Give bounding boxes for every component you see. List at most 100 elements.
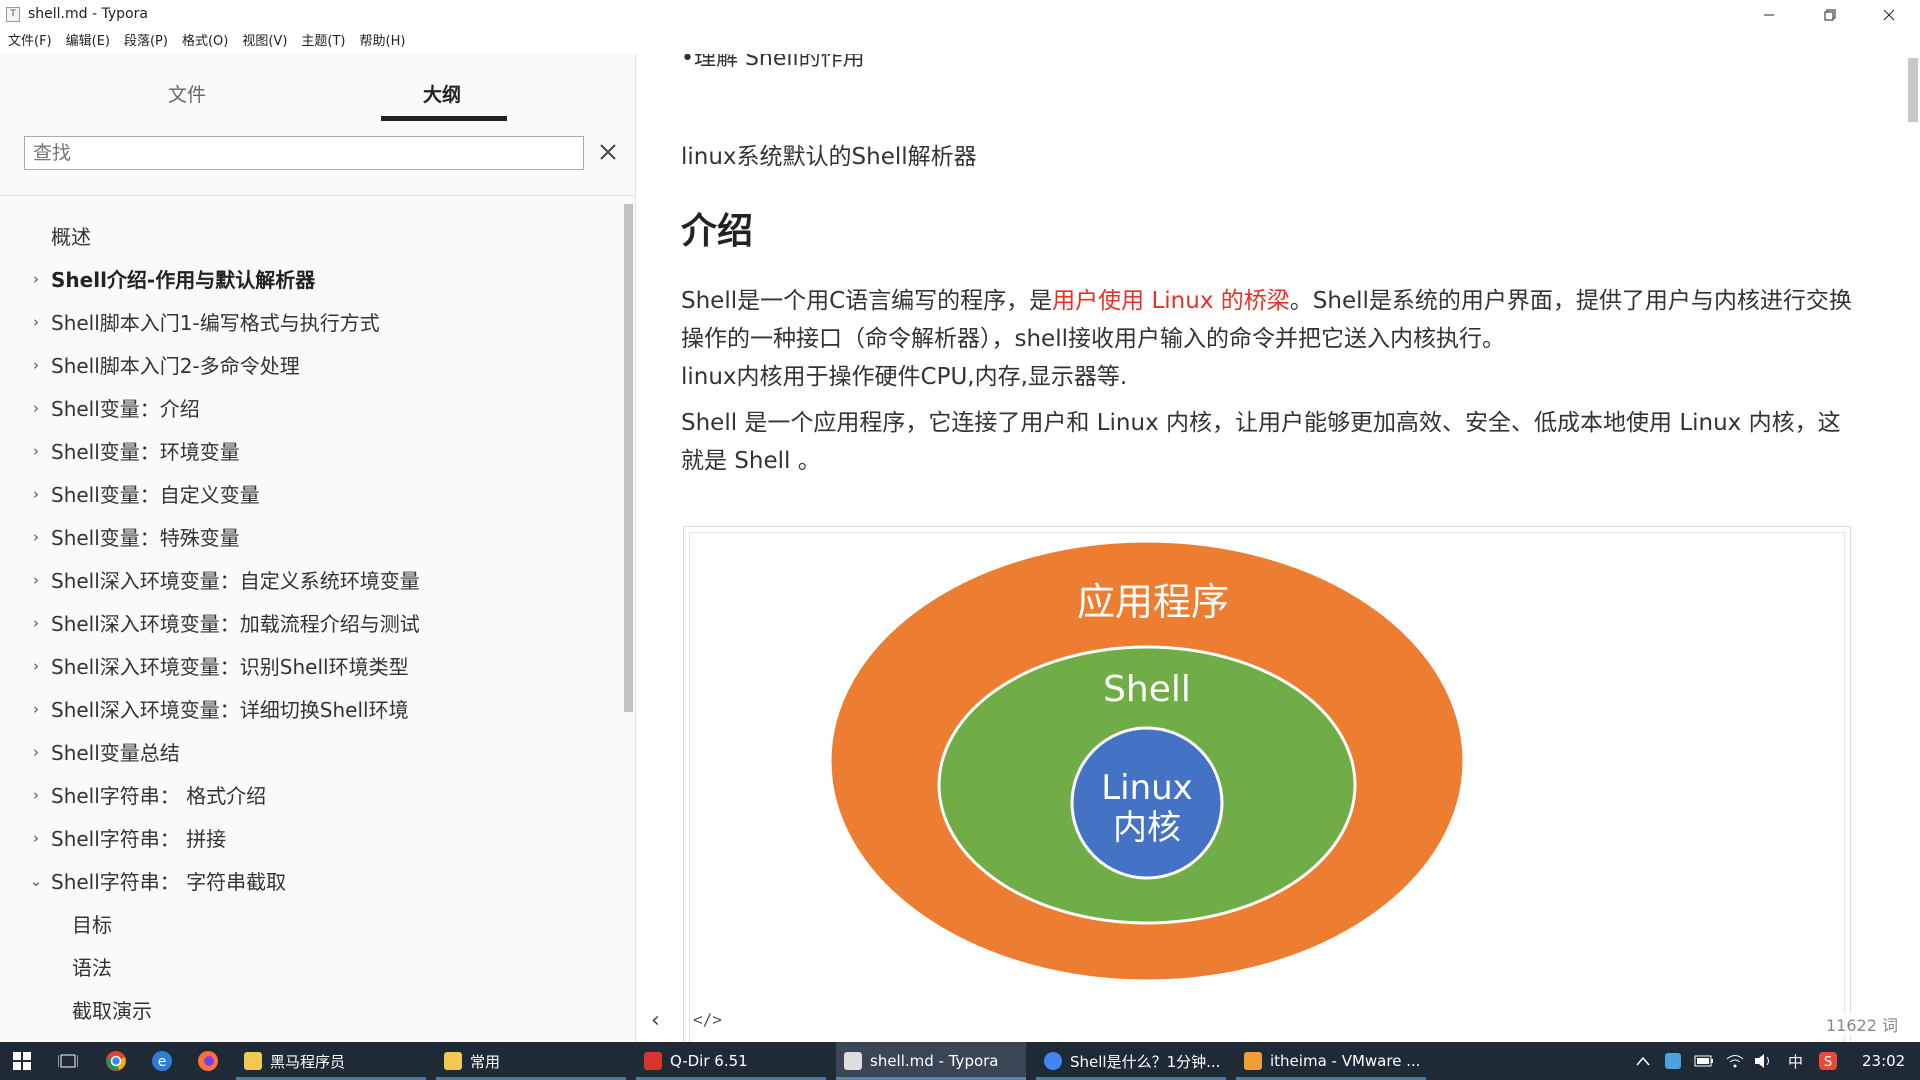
window-title: shell.md - Typora <box>28 6 148 22</box>
chevron-right-icon[interactable]: › <box>28 313 44 331</box>
source-mode-button[interactable]: </> <box>693 1010 722 1029</box>
menu-paragraph[interactable]: 段落(P) <box>124 30 168 54</box>
outline-item[interactable]: › Shell变量：介绍 <box>0 386 620 429</box>
menu-help[interactable]: 帮助(H) <box>360 30 406 54</box>
outline-item-label: Shell字符串： 字符串截取 <box>51 870 287 894</box>
tab-files[interactable]: 文件 <box>168 80 206 107</box>
outline-item-label: Shell介绍-作用与默认解析器 <box>51 268 316 292</box>
outline-item[interactable]: ⌄ Shell字符串： 字符串截取 <box>0 859 620 902</box>
outline-item[interactable]: 目标 <box>0 902 620 945</box>
close-icon <box>600 144 616 160</box>
edge-pinned[interactable]: e <box>140 1042 184 1080</box>
minimize-button[interactable] <box>1746 0 1792 30</box>
menu-view[interactable]: 视图(V) <box>242 30 287 54</box>
outline-item-label: Shell变量总结 <box>51 741 180 765</box>
taskbar-item-chrome-page[interactable]: Shell是什么？1分钟... <box>1036 1042 1226 1080</box>
battery-icon <box>1694 1055 1713 1067</box>
outline-search-input[interactable] <box>25 137 583 169</box>
chevron-right-icon[interactable]: › <box>28 657 44 675</box>
outline-item[interactable]: › Shell深入环境变量：自定义系统环境变量 <box>0 558 620 601</box>
chevron-down-icon[interactable]: ⌄ <box>28 872 44 890</box>
restore-button[interactable] <box>1807 0 1853 30</box>
start-button[interactable] <box>0 1042 44 1080</box>
chevron-right-icon[interactable]: › <box>28 528 44 546</box>
toggle-sidebar-button[interactable]: ‹ <box>651 1008 660 1033</box>
chevron-right-icon[interactable]: › <box>28 743 44 761</box>
outline-item[interactable]: › Shell介绍-作用与默认解析器 <box>0 257 620 300</box>
taskbar-item-qdir[interactable]: Q-Dir 6.51 <box>636 1042 826 1080</box>
outline-item[interactable]: 语法 <box>0 945 620 988</box>
outline-item[interactable]: › Shell字符串： 拼接 <box>0 816 620 859</box>
chevron-right-icon[interactable]: › <box>28 485 44 503</box>
outline-item[interactable]: › Shell变量总结 <box>0 730 620 773</box>
word-count[interactable]: 11622 词 <box>1824 1012 1900 1036</box>
outline-item-label: 截取演示 <box>72 999 152 1023</box>
task-label: itheima - VMware ... <box>1270 1052 1421 1070</box>
outline-item[interactable]: 概述 <box>0 214 620 257</box>
taskbar-item-folder-heima[interactable]: 黑马程序员 <box>236 1042 426 1080</box>
title-bar: T shell.md - Typora <box>0 0 1920 30</box>
chevron-right-icon[interactable]: › <box>28 614 44 632</box>
taskbar-item-vmware[interactable]: itheima - VMware ... <box>1236 1042 1426 1080</box>
outline-item[interactable]: 截取演示 <box>0 988 620 1031</box>
outline-item-label: Shell深入环境变量：自定义系统环境变量 <box>51 569 420 593</box>
sidebar-scrollbar[interactable] <box>624 204 633 712</box>
close-window-button[interactable] <box>1866 0 1912 30</box>
firefox-pinned[interactable] <box>186 1042 230 1080</box>
typora-icon <box>844 1052 862 1070</box>
outline-item[interactable]: › Shell脚本入门1-编写格式与执行方式 <box>0 300 620 343</box>
chevron-right-icon[interactable]: › <box>28 571 44 589</box>
shell-diagram-image[interactable]: 应用程序 Shell Linux 内核 <box>689 532 1845 1042</box>
outline-item-label: 概述 <box>51 225 91 249</box>
outline-item-label: Shell变量：介绍 <box>51 397 200 421</box>
chevron-right-icon[interactable]: › <box>28 829 44 847</box>
volume[interactable] <box>1754 1042 1772 1080</box>
editor-scrollbar[interactable] <box>1908 58 1918 122</box>
clear-search-button[interactable] <box>594 138 622 168</box>
menu-format[interactable]: 格式(O) <box>182 30 228 54</box>
tray-app[interactable] <box>1664 1042 1682 1080</box>
outline-item[interactable]: › Shell变量：环境变量 <box>0 429 620 472</box>
heading-intro: 介绍 <box>681 211 754 252</box>
task-view-button[interactable] <box>46 1042 90 1080</box>
chrome-pinned[interactable] <box>94 1042 138 1080</box>
menu-file[interactable]: 文件(F) <box>8 30 52 54</box>
typora-app-icon: T <box>6 7 20 22</box>
outline-item[interactable]: › Shell字符串： 格式介绍 <box>0 773 620 816</box>
windows-icon <box>13 1052 31 1070</box>
outline-item[interactable]: › Shell深入环境变量：加载流程介绍与测试 <box>0 601 620 644</box>
outline-item[interactable]: 小结 <box>0 1031 620 1042</box>
editor-pane[interactable]: •理解 Shell的作用 linux系统默认的Shell解析器 介绍 Shell… <box>637 54 1920 1042</box>
outline-list: 概述 › Shell介绍-作用与默认解析器 › Shell脚本入门1-编写格式与执行方式… <box>0 214 620 1042</box>
tab-outline[interactable]: 大纲 <box>423 80 461 107</box>
menu-theme[interactable]: 主题(T) <box>301 30 345 54</box>
clock[interactable]: 23:02 <box>1862 1042 1905 1080</box>
show-hidden-icons[interactable] <box>1636 1042 1650 1080</box>
outline-item[interactable]: › Shell深入环境变量：识别Shell环境类型 <box>0 644 620 687</box>
chevron-right-icon[interactable]: › <box>28 399 44 417</box>
chevron-right-icon[interactable]: › <box>28 442 44 460</box>
menu-bar: 文件(F) 编辑(E) 段落(P) 格式(O) 视图(V) 主题(T) 帮助(H… <box>0 30 1920 54</box>
taskbar-item-folder-common[interactable]: 常用 <box>436 1042 626 1080</box>
outline-item[interactable]: › Shell变量：自定义变量 <box>0 472 620 515</box>
restore-icon <box>1824 9 1836 21</box>
outline-item-label: Shell脚本入门1-编写格式与执行方式 <box>51 311 380 335</box>
chevron-right-icon[interactable]: › <box>28 270 44 288</box>
taskbar-item-typora[interactable]: shell.md - Typora <box>836 1042 1026 1080</box>
outline-item-label: Shell变量：环境变量 <box>51 440 240 464</box>
network[interactable] <box>1726 1042 1744 1080</box>
menu-edit[interactable]: 编辑(E) <box>66 30 110 54</box>
chevron-right-icon[interactable]: › <box>28 700 44 718</box>
sogou-ime[interactable]: S <box>1818 1042 1838 1080</box>
sogou-icon: S <box>1819 1052 1837 1070</box>
inner-label-line2: 内核 <box>1113 808 1181 848</box>
input-method[interactable]: 中 <box>1788 1042 1803 1080</box>
outline-item[interactable]: › Shell深入环境变量：详细切换Shell环境 <box>0 687 620 730</box>
chevron-right-icon[interactable]: › <box>28 786 44 804</box>
task-label: Shell是什么？1分钟... <box>1070 1052 1221 1071</box>
battery[interactable] <box>1694 1042 1714 1080</box>
minimize-icon <box>1764 14 1774 16</box>
outline-item[interactable]: › Shell脚本入门2-多命令处理 <box>0 343 620 386</box>
outline-item[interactable]: › Shell变量：特殊变量 <box>0 515 620 558</box>
chevron-right-icon[interactable]: › <box>28 356 44 374</box>
